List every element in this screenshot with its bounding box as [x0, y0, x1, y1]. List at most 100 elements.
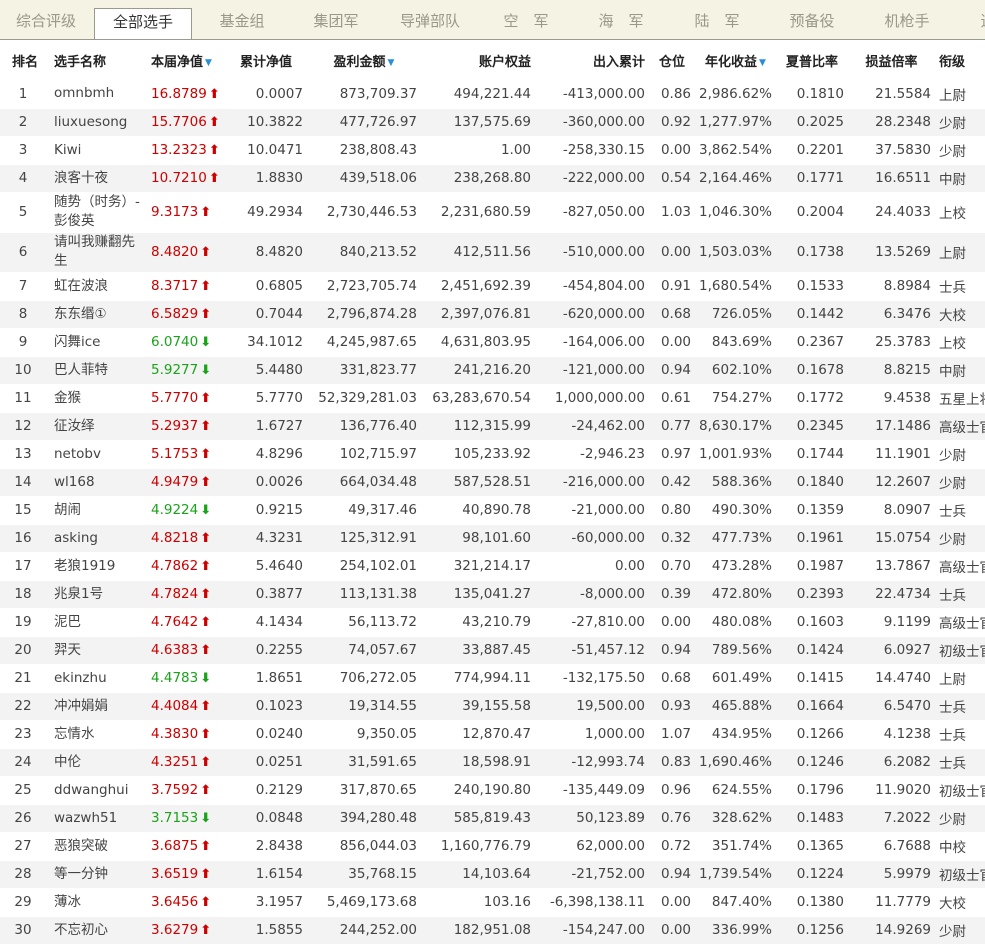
player-name[interactable]: liuxuesong [50, 108, 147, 136]
sharpe-ratio: 0.2367 [796, 334, 844, 350]
table-row[interactable]: 15 胡闹 4.9224 ⬇ 0.9215 49,317.46 40,890.78 -21,0… [0, 496, 985, 524]
military-rank: 中校 [939, 840, 966, 856]
player-name[interactable]: 等一分钟 [50, 860, 147, 888]
player-name[interactable]: 泥巴 [50, 608, 147, 636]
tab-missile-force[interactable]: 导弹部队 [384, 0, 476, 39]
arrow-down-icon: ⬇ [200, 503, 212, 518]
player-name[interactable]: 忘情水 [50, 720, 147, 748]
position-ratio: 0.42 [660, 474, 691, 490]
player-name[interactable]: Kiwi [50, 136, 147, 164]
tab-navy[interactable]: 海 军 [575, 0, 667, 39]
table-row[interactable]: 10 巴人菲特 5.9277 ⬇ 5.4480 331,823.77 241,216.20 -… [0, 356, 985, 384]
table-row[interactable]: 29 薄冰 3.6456 ⬆ 3.1957 5,469,173.68 103.16 -6,39… [0, 888, 985, 916]
player-name[interactable]: 不忘初心 [50, 916, 147, 944]
sort-down-icon[interactable]: ▼ [759, 58, 766, 68]
arrow-down-icon: ⬇ [200, 811, 212, 826]
player-name[interactable]: 羿天 [50, 636, 147, 664]
tab-army[interactable]: 陆 军 [671, 0, 763, 39]
player-name[interactable]: 虹在波浪 [50, 272, 147, 300]
table-row[interactable]: 25 ddwanghui 3.7592 ⬆ 0.2129 317,870.65 240,19… [0, 776, 985, 804]
cumulative-nav: 4.3231 [255, 530, 303, 546]
col-header-annual-return[interactable]: 年化收益 ▼ [695, 40, 776, 80]
military-rank: 少尉 [939, 532, 966, 548]
player-name[interactable]: 恶狼突破 [50, 832, 147, 860]
player-name[interactable]: 薄冰 [50, 888, 147, 916]
table-row[interactable]: 21 ekinzhu 4.4783 ⬇ 1.8651 706,272.05 774,994.… [0, 664, 985, 692]
tab-army-group[interactable]: 集团军 [290, 0, 382, 39]
military-rank: 上尉 [939, 87, 966, 104]
player-name[interactable]: wazwh51 [50, 804, 147, 832]
table-row[interactable]: 30 不忘初心 3.6279 ⬆ 1.5855 244,252.00 182,951.08 -… [0, 916, 985, 944]
profit-amount: 238,808.43 [339, 142, 417, 158]
table-row[interactable]: 24 中伦 4.3251 ⬆ 0.0251 31,591.65 18,598.91 -12,9… [0, 748, 985, 776]
player-name[interactable]: 金猴 [50, 384, 147, 412]
tab-rating[interactable]: 综合评级 [0, 0, 92, 39]
player-name[interactable]: ekinzhu [50, 664, 147, 692]
table-row[interactable]: 7 虹在波浪 8.3717 ⬆ 0.6805 2,723,705.74 2,451,692.… [0, 272, 985, 300]
player-name[interactable]: 冲冲娟娟 [50, 692, 147, 720]
table-row[interactable]: 13 netobv 5.1753 ⬆ 4.8296 102,715.97 105,233.9… [0, 440, 985, 468]
table-row[interactable]: 27 恶狼突破 3.6875 ⬆ 2.8438 856,044.03 1,160,776.7… [0, 832, 985, 860]
arrow-up-icon: ⬆ [200, 755, 212, 770]
tab-air-force[interactable]: 空 军 [480, 0, 572, 39]
tab-reserve[interactable]: 预备役 [766, 0, 858, 39]
table-row[interactable]: 22 冲冲娟娟 4.4084 ⬆ 0.1023 19,314.55 39,155.58 19,… [0, 692, 985, 720]
table-row[interactable]: 26 wazwh51 3.7153 ⬇ 0.0848 394,280.48 585,819.… [0, 804, 985, 832]
player-name[interactable]: 随势（时务）-彭俊英 [50, 192, 147, 232]
player-name[interactable]: 胡闹 [50, 496, 147, 524]
table-row[interactable]: 2 liuxuesong 15.7706 ⬆ 10.3822 477,726.97 137,… [0, 108, 985, 136]
table-row[interactable]: 11 金猴 5.7770 ⬆ 5.7770 52,329,281.03 63,283,670… [0, 384, 985, 412]
table-row[interactable]: 19 泥巴 4.7642 ⬆ 4.1434 56,113.72 43,210.79 -27,8… [0, 608, 985, 636]
table-row[interactable]: 20 羿天 4.6383 ⬆ 0.2255 74,057.67 33,887.45 -51,4… [0, 636, 985, 664]
account-equity: 587,528.51 [453, 474, 531, 490]
table-row[interactable]: 23 忘情水 4.3830 ⬆ 0.0240 9,350.05 12,870.47 1,000… [0, 720, 985, 748]
col-header-nav[interactable]: 本届净值 ▼ [147, 40, 225, 80]
nav-value: 4.4783 [151, 670, 199, 686]
annual-return: 1,503.03% [699, 244, 772, 260]
current-nav: 4.3830 ⬆ [147, 720, 225, 748]
player-name[interactable]: omnbmh [50, 80, 147, 108]
player-name[interactable]: 闪舞ice [50, 328, 147, 356]
table-row[interactable]: 14 wl168 4.9479 ⬆ 0.0026 664,034.48 587,528.51… [0, 468, 985, 496]
table-row[interactable]: 6 请叫我赚翻先生 8.4820 ⬆ 8.4820 840,213.52 412,511.5… [0, 232, 985, 272]
player-name[interactable]: 东东缗① [50, 300, 147, 328]
player-name[interactable]: 兆泉1号 [50, 580, 147, 608]
sort-down-icon[interactable]: ▼ [388, 58, 395, 68]
cash-flow-total: -24,462.00 [571, 418, 645, 434]
player-name[interactable]: netobv [50, 440, 147, 468]
account-equity: 1,160,776.79 [440, 838, 531, 854]
table-row[interactable]: 1 omnbmh 16.8789 ⬆ 0.0007 873,709.37 494,221.4… [0, 80, 985, 108]
player-name[interactable]: 征汝绎 [50, 412, 147, 440]
table-row[interactable]: 8 东东缗① 6.5829 ⬆ 0.7044 2,796,874.28 2,397,076.… [0, 300, 985, 328]
player-name[interactable]: asking [50, 524, 147, 552]
profit-amount: 244,252.00 [339, 922, 417, 938]
profit-amount: 56,113.72 [348, 614, 417, 630]
table-row[interactable]: 4 浪客十夜 10.7210 ⬆ 1.8830 439,518.06 238,268.80 -… [0, 164, 985, 192]
player-name[interactable]: 巴人菲特 [50, 356, 147, 384]
nav-value: 3.6875 [151, 838, 199, 854]
col-header-profit[interactable]: 盈利金额 ▼ [307, 40, 421, 80]
table-row[interactable]: 17 老狼1919 4.7862 ⬆ 5.4640 254,102.01 321,214.1… [0, 552, 985, 580]
player-name[interactable]: 老狼1919 [50, 552, 147, 580]
profit-amount: 664,034.48 [339, 474, 417, 490]
tab-fund-group[interactable]: 基金组 [196, 0, 288, 39]
col-header-position: 仓位 [649, 40, 695, 80]
tab-all-players[interactable]: 全部选手 [94, 8, 192, 39]
table-row[interactable]: 3 Kiwi 13.2323 ⬆ 10.0471 238,808.43 1.00 -258,3… [0, 136, 985, 164]
annual-return: 2,986.62% [699, 85, 772, 102]
player-name[interactable]: wl168 [50, 468, 147, 496]
player-name[interactable]: 中伦 [50, 748, 147, 776]
table-row[interactable]: 16 asking 4.8218 ⬆ 4.3231 125,312.91 98,101.60… [0, 524, 985, 552]
player-name[interactable]: 请叫我赚翻先生 [50, 232, 147, 272]
player-name[interactable]: ddwanghui [50, 776, 147, 804]
table-row[interactable]: 18 兆泉1号 4.7824 ⬆ 0.3877 113,131.38 135,041.27 -… [0, 580, 985, 608]
table-row[interactable]: 12 征汝绎 5.2937 ⬆ 1.6727 136,776.40 112,315.99 -2… [0, 412, 985, 440]
player-name[interactable]: 浪客十夜 [50, 164, 147, 192]
tab-more[interactable]: 追 [968, 0, 985, 39]
table-row[interactable]: 28 等一分钟 3.6519 ⬆ 1.6154 35,768.15 14,103.64 -21… [0, 860, 985, 888]
table-row[interactable]: 5 随势（时务）-彭俊英 9.3173 ⬆ 49.2934 2,730,446.53 2,2… [0, 192, 985, 232]
tab-gunner[interactable]: 机枪手 [861, 0, 953, 39]
sharpe-ratio: 0.1533 [796, 278, 844, 294]
table-row[interactable]: 9 闪舞ice 6.0740 ⬇ 34.1012 4,245,987.65 4,631,80… [0, 328, 985, 356]
sort-down-icon[interactable]: ▼ [205, 58, 212, 68]
